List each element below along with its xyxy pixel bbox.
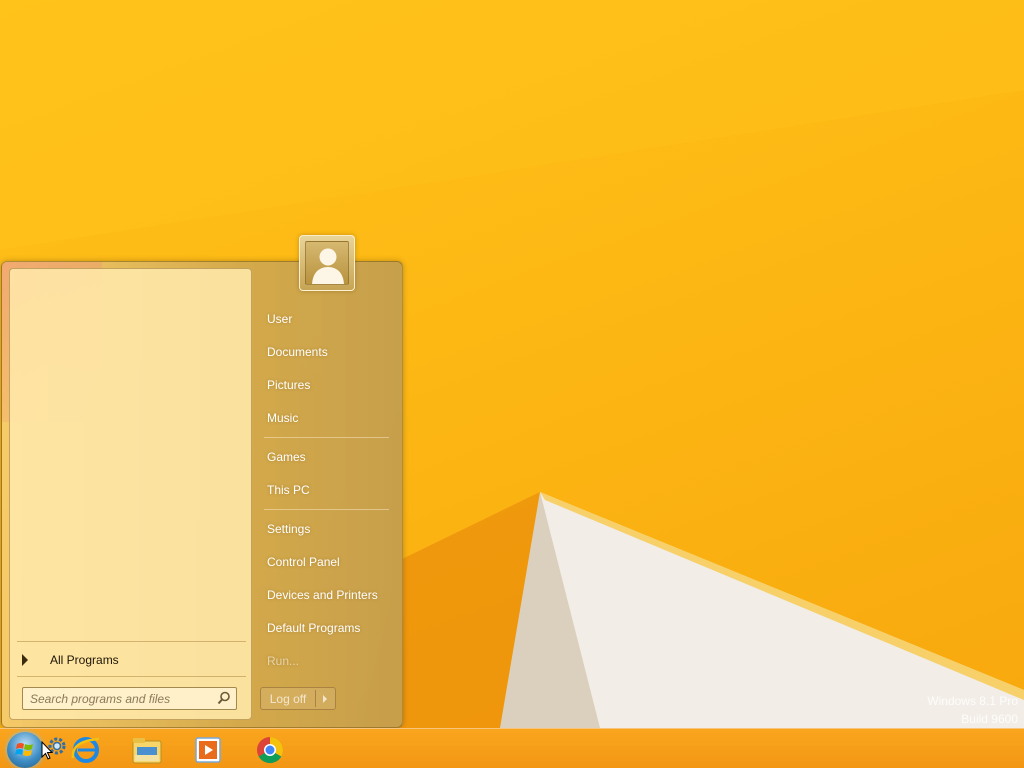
all-programs-label: All Programs — [50, 653, 119, 667]
start-item-default-programs[interactable]: Default Programs — [260, 615, 395, 641]
windows-logo-icon — [15, 743, 33, 756]
start-item-devices-printers[interactable]: Devices and Printers — [260, 582, 395, 608]
media-player-icon[interactable] — [191, 733, 225, 767]
start-item-games[interactable]: Games — [260, 444, 395, 470]
mouse-cursor-icon — [41, 741, 53, 760]
user-avatar[interactable] — [299, 235, 355, 291]
start-menu-divider — [264, 509, 389, 510]
start-orb-icon[interactable] — [7, 732, 43, 768]
start-item-pictures[interactable]: Pictures — [260, 372, 395, 398]
search-icon[interactable] — [217, 691, 231, 705]
search-separator — [17, 676, 246, 677]
start-item-run[interactable]: Run... — [260, 648, 395, 674]
programs-pane: All Programs — [9, 268, 252, 720]
all-programs-button[interactable]: All Programs — [19, 649, 244, 673]
taskbar — [0, 728, 1024, 768]
search-input[interactable] — [23, 688, 213, 709]
start-item-control-panel[interactable]: Control Panel — [260, 549, 395, 575]
programs-separator — [17, 641, 246, 642]
logoff-button[interactable]: Log off — [261, 688, 315, 709]
start-item-settings[interactable]: Settings — [260, 516, 395, 542]
start-menu: All Programs User Documents Pictures Mus… — [1, 261, 403, 728]
windows-version-watermark: Windows 8.1 Pro — [927, 694, 1018, 708]
start-item-this-pc[interactable]: This PC — [260, 477, 395, 503]
start-item-user[interactable]: User — [260, 306, 395, 332]
shutdown-options-button[interactable] — [316, 688, 335, 709]
user-silhouette-icon — [312, 248, 344, 284]
logoff-control: Log off — [260, 687, 336, 710]
expand-arrow-icon — [22, 654, 28, 666]
start-item-documents[interactable]: Documents — [260, 339, 395, 365]
file-explorer-icon[interactable] — [130, 733, 164, 767]
start-menu-divider — [264, 437, 389, 438]
start-item-music[interactable]: Music — [260, 405, 395, 431]
build-number-watermark: Build 9600 — [961, 712, 1018, 726]
chrome-icon[interactable] — [253, 733, 287, 767]
arrow-right-icon — [323, 695, 327, 703]
internet-explorer-icon[interactable] — [69, 733, 103, 767]
search-box — [22, 687, 237, 710]
